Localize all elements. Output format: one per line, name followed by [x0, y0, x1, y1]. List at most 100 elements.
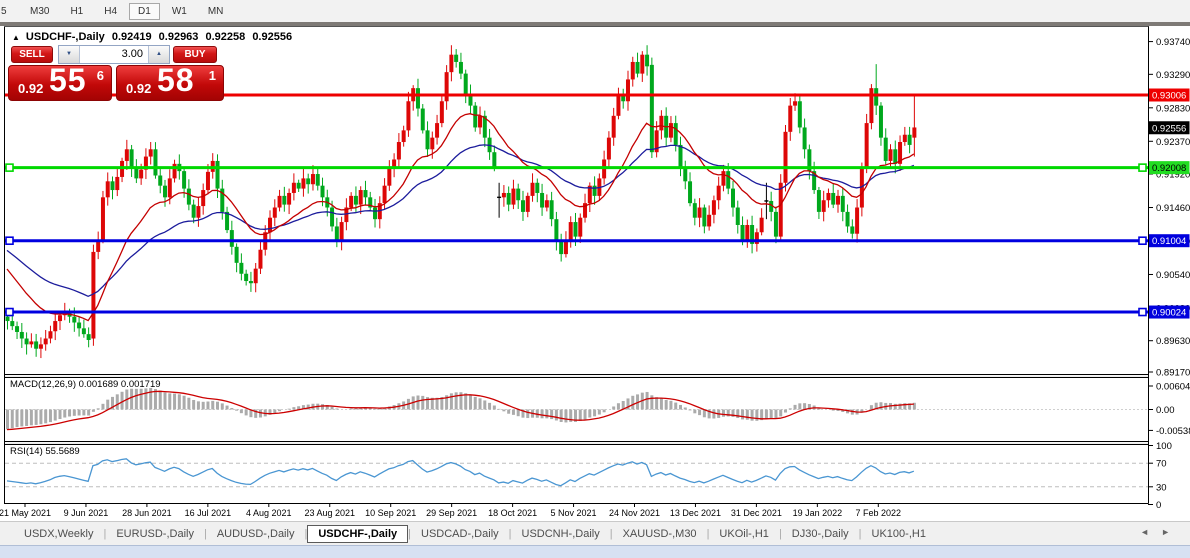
candle-body	[129, 149, 134, 169]
candle-body	[449, 54, 454, 73]
candle-body	[53, 321, 58, 332]
candle-body	[783, 131, 788, 183]
candle-body	[182, 171, 187, 189]
candle-body	[740, 224, 745, 241]
chart-tab-dj30-daily[interactable]: DJ30-,Daily	[782, 525, 859, 543]
volume-down-icon[interactable]: ▼	[59, 46, 80, 63]
candle-body	[349, 195, 354, 208]
line-handle[interactable]	[1138, 307, 1147, 317]
date-label: 5 Nov 2021	[551, 508, 597, 518]
candle-body	[659, 115, 664, 131]
candle-body	[788, 105, 793, 132]
price-tag-label: 0.92008	[1152, 163, 1186, 174]
chart-header: ▲ USDCHF-,Daily 0.92419 0.92963 0.92258 0…	[12, 31, 296, 43]
candle-body	[306, 178, 311, 185]
candle-body	[244, 273, 249, 282]
candle-body	[878, 105, 883, 138]
timeframe-button-m30[interactable]: M30	[21, 4, 58, 19]
candle-body	[816, 190, 821, 212]
chart-tab-usdcnh-daily[interactable]: USDCNH-,Daily	[512, 525, 610, 543]
pane-splitter[interactable]	[5, 442, 1148, 445]
chart-tab-audusd-daily[interactable]: AUDUSD-,Daily	[207, 525, 305, 543]
line-handle[interactable]	[5, 163, 14, 172]
volume-input[interactable]: 3.00	[80, 46, 148, 63]
candle-body	[382, 185, 387, 204]
candle-body	[525, 195, 530, 212]
candle-body	[845, 211, 850, 227]
candle-body	[58, 315, 63, 322]
candle-body	[793, 101, 798, 106]
candle-body	[721, 171, 726, 186]
candle-body	[272, 207, 277, 218]
line-handle[interactable]	[1138, 163, 1147, 172]
chart-tab-uk100-h1[interactable]: UK100-,H1	[862, 525, 936, 543]
candle-body	[458, 61, 463, 74]
candle-body	[611, 115, 616, 138]
chart-tab-ukoil-h1[interactable]: UKOil-,H1	[709, 525, 779, 543]
sell-price-prefix: 0.92	[18, 81, 44, 96]
candle-body	[239, 262, 244, 274]
timeframe-button-d1[interactable]: D1	[129, 2, 160, 20]
candle-body	[840, 195, 845, 212]
date-label: 21 May 2021	[0, 508, 51, 518]
sell-button[interactable]: SELL	[11, 46, 53, 63]
chart-tab-xauusd-m30[interactable]: XAUUSD-,M30	[613, 525, 707, 543]
line-handle[interactable]	[1138, 236, 1147, 246]
timeframe-button-w1[interactable]: W1	[163, 4, 196, 19]
candle-body	[315, 174, 320, 186]
candle-body	[5, 316, 10, 322]
candle-body	[535, 182, 540, 193]
timeframe-button-h4[interactable]: H4	[95, 4, 126, 19]
candle-body	[172, 163, 177, 179]
candle-body	[248, 281, 253, 284]
chart-tab-usdcad-daily[interactable]: USDCAD-,Daily	[411, 525, 509, 543]
candle-body	[454, 54, 459, 62]
candle-body	[702, 207, 707, 227]
ohlc-high: 0.92963	[158, 31, 199, 43]
rsi-label: RSI(14) 55.5689	[10, 446, 80, 457]
timeframe-button-mn[interactable]: MN	[199, 4, 233, 19]
candle-body	[201, 190, 206, 207]
timeframe-button-5[interactable]: 5	[0, 4, 18, 19]
candle-body	[77, 322, 82, 329]
volume-up-icon[interactable]: ▲	[148, 46, 169, 63]
candle-body	[530, 182, 535, 196]
rsi-tick-label: 0	[1156, 500, 1161, 511]
candle-body	[640, 54, 645, 74]
candle-body	[554, 219, 559, 241]
timeframe-button-h1[interactable]: H1	[61, 4, 92, 19]
date-label: 29 Sep 2021	[426, 508, 477, 518]
candle-body	[186, 188, 191, 205]
buy-price-pip: 1	[208, 68, 216, 83]
candle-body	[24, 338, 29, 345]
collapse-icon[interactable]: ▲	[12, 33, 20, 42]
rsi-tick-label: 30	[1156, 482, 1167, 493]
candle-body	[430, 137, 435, 150]
candle-body	[883, 137, 888, 161]
price-tag-label: 0.93006	[1152, 91, 1186, 102]
buy-price-box[interactable]: 0.92 58 1	[116, 62, 224, 101]
candle-body	[635, 61, 640, 74]
candle-body	[802, 127, 807, 150]
sell-price-big: 55	[49, 62, 87, 98]
sell-price-box[interactable]: 0.92 55 6	[8, 62, 112, 101]
candle-body	[124, 149, 129, 161]
macd-tick-label: -0.00538	[1156, 426, 1190, 437]
candle-body	[287, 192, 292, 205]
line-handle[interactable]	[5, 236, 14, 246]
tab-scroll-right-icon[interactable]: ►	[1161, 527, 1182, 537]
chart-tab-eurusd-daily[interactable]: EURUSD-,Daily	[106, 525, 204, 543]
tab-scroll-left-icon[interactable]: ◄	[1140, 527, 1161, 537]
candle-body	[444, 72, 449, 102]
candle-body	[105, 181, 110, 198]
line-handle[interactable]	[5, 307, 14, 317]
candle-body	[268, 217, 273, 233]
candle-body	[855, 207, 860, 234]
candle-body	[673, 123, 678, 145]
candle-body	[296, 182, 301, 189]
buy-button[interactable]: BUY	[173, 46, 217, 63]
chart-tab-usdchf-daily[interactable]: USDCHF-,Daily	[307, 524, 409, 543]
chart-tab-usdx-weekly[interactable]: USDX,Weekly	[14, 525, 103, 543]
date-label: 18 Oct 2021	[488, 508, 537, 518]
pane-splitter[interactable]	[5, 375, 1148, 378]
